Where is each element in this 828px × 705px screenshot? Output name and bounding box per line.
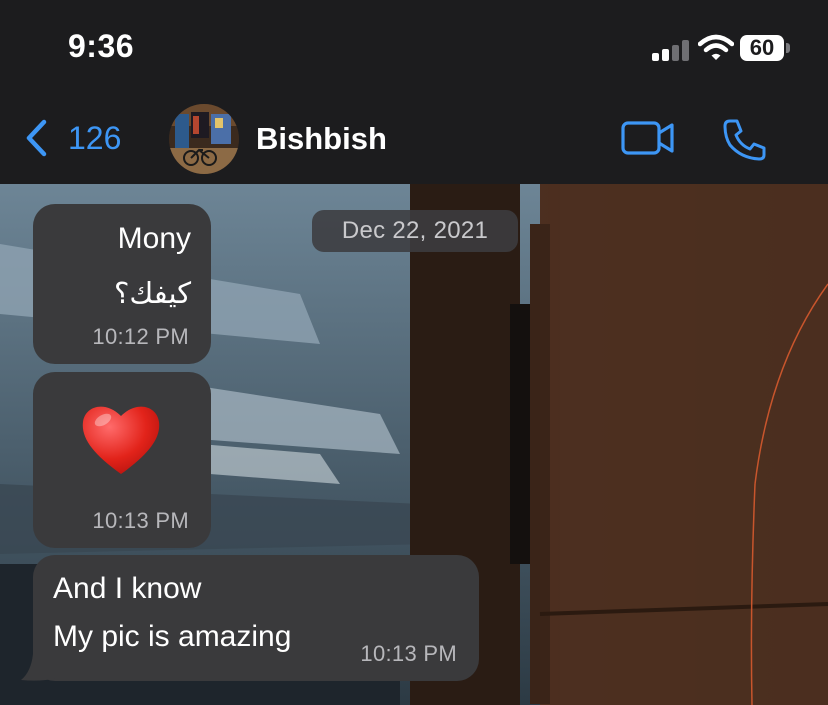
heart-emoji-icon <box>82 406 160 474</box>
phone-icon <box>723 119 766 161</box>
chevron-left-icon <box>26 119 47 157</box>
message-time: 10:13 PM <box>92 508 189 533</box>
video-call-button[interactable] <box>620 120 676 156</box>
message-time: 10:13 PM <box>360 641 457 666</box>
chat-header: 126 Bishbish <box>0 96 828 184</box>
date-separator: Dec 22, 2021 <box>312 210 518 252</box>
message-text: And I know <box>53 572 202 605</box>
back-button[interactable]: 126 <box>24 118 121 158</box>
video-camera-icon <box>621 121 674 155</box>
battery-level: 60 <box>749 35 775 60</box>
wifi-icon <box>697 34 735 62</box>
contact-name[interactable]: Bishbish <box>256 121 387 157</box>
message-text: My pic is amazing <box>53 620 292 653</box>
avatar[interactable] <box>169 104 239 174</box>
cellular-signal-icon <box>652 39 692 61</box>
chat-thread[interactable]: Dec 22, 2021 Mony كيفك؟ 10:12 PM 10:13 P… <box>0 184 828 705</box>
unread-count: 126 <box>68 119 122 156</box>
message-bubble[interactable]: Mony كيفك؟ 10:12 PM <box>33 204 211 364</box>
voice-call-button[interactable] <box>721 118 767 162</box>
bubble-tail <box>21 654 57 681</box>
message-text: Mony <box>117 222 191 255</box>
message-bubble[interactable]: And I know My pic is amazing 10:13 PM <box>33 555 479 681</box>
message-time: 10:12 PM <box>92 324 189 349</box>
message-text: كيفك؟ <box>113 276 191 310</box>
status-time: 9:36 <box>68 28 135 64</box>
battery-icon: 60 <box>740 35 790 63</box>
message-bubble[interactable]: 10:13 PM <box>33 372 211 548</box>
status-bar: 9:36 60 <box>0 0 828 96</box>
